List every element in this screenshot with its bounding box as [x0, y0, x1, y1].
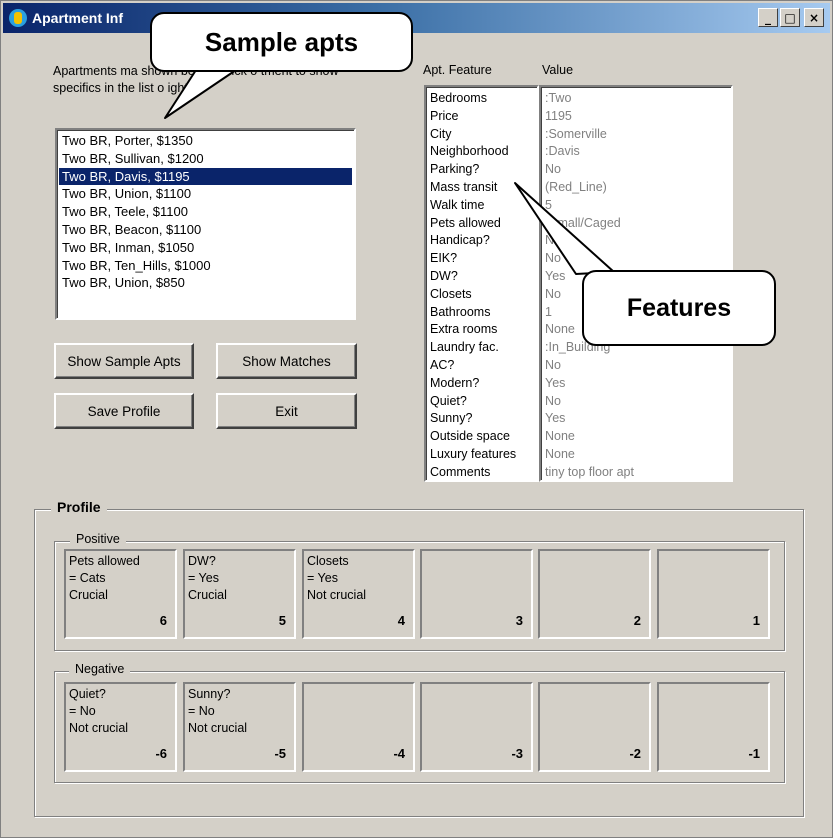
list-item[interactable]: Two BR, Union, $1100 [59, 185, 352, 203]
feature-value: tiny top floor apt [545, 464, 634, 479]
feature-label: Comments [430, 464, 491, 479]
feature-label: Quiet? [430, 393, 467, 408]
slot-rank: 3 [515, 613, 523, 628]
profile-title: Profile [51, 499, 107, 515]
list-item[interactable]: Two BR, Porter, $1350 [59, 132, 352, 150]
feature-label: Laundry fac. [430, 340, 499, 355]
feature-label: Neighborhood [430, 144, 509, 159]
feature-label: Bedrooms [430, 91, 487, 105]
negative-slot[interactable]: -4 [302, 682, 415, 772]
features-callout: Features [582, 270, 776, 346]
feature-value: No [545, 162, 561, 177]
feature-value: No [545, 233, 561, 248]
feature-label: Closets [430, 286, 472, 301]
positive-slot[interactable]: 3 [420, 549, 533, 639]
feature-value: 1195 [545, 108, 572, 123]
slot-rank: -5 [274, 746, 286, 761]
feature-value: :Somerville [545, 126, 607, 141]
feature-value: (Red_Line) [545, 179, 607, 194]
feature-list[interactable]: Bedrooms Price City Neighborhood Parking? Mas… [424, 85, 539, 482]
feature-value: No [545, 393, 561, 408]
list-item[interactable]: Two BR, Beacon, $1100 [59, 221, 352, 239]
positive-slot[interactable]: DW? = Yes Crucial 5 [183, 549, 296, 639]
slot-rank: -4 [393, 746, 405, 761]
feature-value: None [545, 446, 575, 461]
feature-label: Luxury features [430, 446, 517, 461]
apartment-listbox[interactable]: Two BR, Porter, $1350 Two BR, Sullivan, $… [55, 128, 356, 320]
slot-rank: 5 [278, 613, 286, 628]
feature-label: DW? [430, 268, 458, 283]
window-title: Apartment Inf [32, 10, 123, 26]
feature-value: :Davis [545, 144, 580, 159]
list-item[interactable]: Two BR, Sullivan, $1200 [59, 150, 352, 168]
positive-slot[interactable]: Pets allowed = Cats Crucial 6 [64, 549, 177, 639]
app-icon [9, 9, 27, 27]
negative-slot[interactable]: -2 [538, 682, 651, 772]
negative-slot[interactable]: Sunny? = No Not crucial -5 [183, 682, 296, 772]
exit-button[interactable]: Exit [216, 393, 357, 429]
feature-column-header: Apt. Feature [423, 63, 492, 77]
list-item[interactable]: Two BR, Union, $850 [59, 274, 352, 292]
title-bar[interactable]: Apartment Inf _ □ × [3, 3, 830, 33]
value-column-header: Value [542, 63, 574, 77]
slot-criterion: Sunny? = No Not crucial [188, 687, 248, 735]
slot-criterion: Pets allowed = Cats Crucial [69, 554, 140, 602]
close-button[interactable]: × [804, 8, 824, 27]
show-sample-apts-button[interactable]: Show Sample Apts [54, 343, 194, 379]
feature-label: Handicap? [430, 233, 490, 248]
feature-value: Yes [545, 375, 566, 390]
slot-rank: 4 [397, 613, 405, 628]
slot-rank: -3 [511, 746, 523, 761]
slot-criterion: Closets = Yes Not crucial [307, 554, 367, 602]
app-window: Apartment Inf _ □ × Apartments ma shown … [0, 0, 833, 838]
negative-label: Negative [69, 662, 131, 676]
feature-value: No [545, 357, 561, 372]
positive-slot[interactable]: Closets = Yes Not crucial 4 [302, 549, 415, 639]
maximize-button[interactable]: □ [780, 8, 800, 27]
slot-rank: -1 [748, 746, 760, 761]
slot-rank: 2 [633, 613, 641, 628]
feature-label: City [430, 126, 452, 141]
feature-label: Extra rooms [430, 322, 498, 337]
slot-criterion: DW? = Yes Crucial [188, 554, 227, 602]
feature-label: Modern? [430, 375, 480, 390]
list-item[interactable]: Two BR, Teele, $1100 [59, 203, 352, 221]
feature-label: Outside space [430, 429, 510, 444]
feature-label: Parking? [430, 162, 480, 177]
feature-label: Bathrooms [430, 304, 491, 319]
slot-rank: 6 [159, 613, 167, 628]
feature-label: Pets allowed [430, 215, 501, 230]
feature-label: EIK? [430, 251, 458, 266]
negative-slot[interactable]: -3 [420, 682, 533, 772]
feature-value: None [545, 429, 575, 444]
save-profile-button[interactable]: Save Profile [54, 393, 194, 429]
negative-slot[interactable]: Quiet? = No Not crucial -6 [64, 682, 177, 772]
feature-label: AC? [430, 357, 455, 372]
feature-value: 5 [545, 197, 552, 212]
feature-value: :Two [545, 91, 572, 105]
positive-slot[interactable]: 1 [657, 549, 770, 639]
slot-rank: 1 [752, 613, 760, 628]
feature-value: (Small/Caged [545, 215, 621, 230]
feature-label: Mass transit [430, 179, 498, 194]
feature-label: Walk time [430, 197, 485, 212]
list-item[interactable]: Two BR, Ten_Hills, $1000 [59, 257, 352, 275]
feature-label: Price [430, 108, 459, 123]
feature-value: Yes [545, 411, 566, 426]
show-matches-button[interactable]: Show Matches [216, 343, 357, 379]
feature-value: No [545, 251, 561, 266]
negative-slot[interactable]: -1 [657, 682, 770, 772]
slot-rank: -6 [155, 746, 167, 761]
sample-apts-callout: Sample apts [150, 12, 413, 72]
positive-label: Positive [70, 532, 126, 546]
list-item[interactable]: Two BR, Inman, $1050 [59, 239, 352, 257]
slot-criterion: Quiet? = No Not crucial [69, 687, 129, 735]
slot-rank: -2 [629, 746, 641, 761]
feature-label: Sunny? [430, 411, 473, 426]
positive-slot[interactable]: 2 [538, 549, 651, 639]
list-item[interactable]: Two BR, Davis, $1195 [59, 167, 352, 186]
minimize-button[interactable]: _ [758, 8, 778, 27]
